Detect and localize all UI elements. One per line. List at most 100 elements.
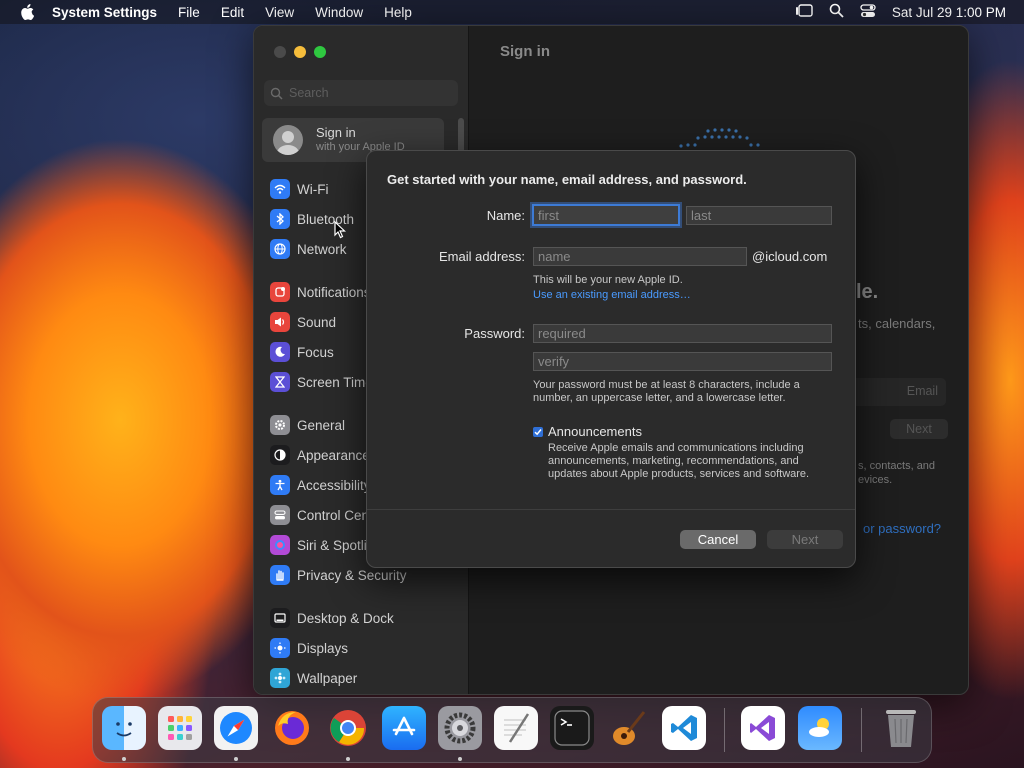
terminal-icon[interactable] — [550, 706, 594, 750]
sidebar-item-network[interactable]: Network — [270, 238, 347, 260]
sidebar-item-label: Screen Time — [297, 374, 373, 390]
bluetooth-icon — [270, 209, 290, 229]
sidebar-item-label: Appearance — [297, 447, 370, 463]
mouse-cursor-icon — [334, 221, 346, 239]
view-menu[interactable]: View — [265, 5, 294, 20]
close-button[interactable] — [274, 46, 286, 58]
vscode-icon[interactable] — [662, 706, 706, 750]
help-menu[interactable]: Help — [384, 5, 412, 20]
running-indicator — [346, 757, 350, 761]
sidebar-item-focus[interactable]: Focus — [270, 341, 334, 363]
file-menu[interactable]: File — [178, 5, 200, 20]
garageband-icon[interactable] — [606, 706, 650, 750]
sidebar-item-label: Sound — [297, 314, 337, 330]
appearance-icon — [270, 445, 290, 465]
sidebar-item-label: Displays — [297, 640, 349, 656]
sidebar-item-appearance[interactable]: Appearance — [270, 444, 370, 466]
sidebar-item-accessibility[interactable]: Accessibility — [270, 474, 371, 496]
email-label: Email address: — [439, 249, 525, 264]
apple-menu-icon[interactable] — [18, 3, 36, 21]
sidebar-item-wi-fi[interactable]: Wi-Fi — [270, 178, 328, 200]
hand-icon — [270, 565, 290, 585]
firefox-icon[interactable] — [270, 706, 314, 750]
background-info-line: s, contacts, and — [858, 460, 936, 472]
wallpaper-icon — [270, 668, 290, 688]
trash-icon[interactable] — [879, 706, 923, 750]
chrome-icon[interactable] — [326, 706, 370, 750]
sidebar-item-wallpaper[interactable]: Wallpaper — [270, 667, 357, 689]
dock-separator — [861, 708, 862, 752]
background-info-line: evices. — [858, 474, 893, 486]
announcements-description: updates about Apple products, services a… — [548, 468, 810, 480]
email-input[interactable] — [533, 247, 747, 266]
menu-bar: System Settings File Edit View Window He… — [0, 0, 1024, 24]
create-apple-id-sheet: Get started with your name, email addres… — [366, 150, 856, 568]
dock-icon — [270, 608, 290, 628]
dock — [92, 697, 932, 763]
password-help-text: number, an uppercase letter, and a lower… — [533, 392, 786, 404]
sidebar-item-general[interactable]: General — [270, 414, 345, 436]
search-icon — [270, 87, 283, 100]
speaker-icon — [270, 312, 290, 332]
page-title: Sign in — [500, 43, 550, 60]
checkmark-icon — [534, 429, 542, 436]
announcements-checkbox[interactable] — [533, 427, 543, 437]
moon-icon — [270, 342, 290, 362]
textedit-icon[interactable] — [494, 706, 538, 750]
sidebar-item-label: Notifications — [297, 284, 371, 300]
dock-separator — [724, 708, 725, 752]
password-input[interactable] — [533, 324, 832, 343]
spotlight-search-icon[interactable] — [829, 3, 844, 21]
safari-icon[interactable] — [214, 706, 258, 750]
edit-menu[interactable]: Edit — [221, 5, 244, 20]
control-center-menu-icon[interactable] — [860, 3, 876, 21]
background-next-button: Next — [890, 419, 948, 439]
sidebar-item-label: Privacy & Security — [297, 567, 407, 583]
sidebar-item-label: Network — [297, 241, 347, 257]
menu-bar-clock[interactable]: Sat Jul 29 1:00 PM — [892, 5, 1006, 20]
background-forgot-link: or password? — [863, 521, 942, 536]
next-button[interactable]: Next — [767, 530, 843, 549]
background-email-field: Email — [850, 378, 946, 406]
launchpad-icon[interactable] — [158, 706, 202, 750]
running-indicator — [234, 757, 238, 761]
email-help-text: This will be your new Apple ID. — [533, 274, 683, 286]
sidebar-item-screen-time[interactable]: Screen Time — [270, 371, 373, 393]
wifi-icon — [270, 179, 290, 199]
search-placeholder: Search — [289, 86, 329, 100]
sidebar-item-sound[interactable]: Sound — [270, 311, 336, 333]
last-name-input[interactable] — [686, 206, 832, 225]
system-settings-icon[interactable] — [438, 706, 482, 750]
sidebar-item-label: Wallpaper — [297, 670, 358, 686]
announcements-description: Receive Apple emails and communications … — [548, 442, 804, 454]
sidebar-search-field[interactable]: Search — [264, 80, 458, 106]
sidebar-item-notifications[interactable]: Notifications — [270, 281, 371, 303]
announcements-label[interactable]: Announcements — [548, 424, 642, 439]
zoom-button[interactable] — [314, 46, 326, 58]
background-description: ts, calendars, — [858, 316, 936, 331]
password-label: Password: — [464, 326, 525, 341]
name-label: Name: — [486, 208, 525, 223]
weather-icon[interactable] — [798, 706, 842, 750]
sun-icon — [270, 638, 290, 658]
stage-manager-icon[interactable] — [795, 3, 813, 21]
existing-email-link[interactable]: Use an existing email address… — [533, 289, 691, 301]
gear-icon — [270, 415, 290, 435]
running-indicator — [122, 757, 126, 761]
window-menu[interactable]: Window — [315, 5, 363, 20]
visual-studio-icon[interactable] — [741, 706, 785, 750]
minimize-button[interactable] — [294, 46, 306, 58]
email-domain: @icloud.com — [752, 249, 828, 264]
first-name-input[interactable] — [532, 204, 680, 226]
sidebar-item-desktop-dock[interactable]: Desktop & Dock — [270, 607, 394, 629]
cancel-button[interactable]: Cancel — [680, 530, 756, 549]
sidebar-item-displays[interactable]: Displays — [270, 637, 348, 659]
sidebar-item-label: Wi-Fi — [297, 181, 329, 197]
verify-password-input[interactable] — [533, 352, 832, 371]
finder-icon[interactable] — [102, 706, 146, 750]
sidebar-item-label: Focus — [297, 344, 334, 360]
app-name-menu[interactable]: System Settings — [52, 5, 157, 20]
sheet-heading: Get started with your name, email addres… — [387, 172, 747, 187]
app-store-icon[interactable] — [382, 706, 426, 750]
globe-icon — [270, 239, 290, 259]
